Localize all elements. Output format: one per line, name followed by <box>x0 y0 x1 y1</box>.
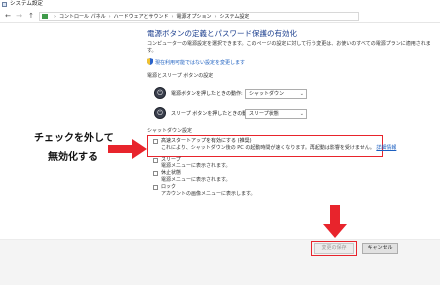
forward-arrow-icon[interactable]: → <box>15 12 23 20</box>
breadcrumb: › コントロール パネル › ハードウェアとサウンド › 電源オプション › システム設定 <box>39 12 359 21</box>
breadcrumb-item-power-options[interactable]: 電源オプション <box>177 14 212 20</box>
sleep-button-icon <box>154 107 166 119</box>
power-section-title: 電源とスリープ ボタンの設定 <box>147 73 214 79</box>
annotation-text-line2: 無効化する <box>48 152 98 163</box>
right-arrow-icon <box>108 139 147 159</box>
annotation-text-line1: チェックを外して <box>34 133 114 144</box>
shutdown-section-title: シャットダウン設定 <box>147 128 193 134</box>
chevron-down-icon: ⌄ <box>299 111 304 117</box>
sleep-checkbox[interactable] <box>153 158 158 163</box>
page-description: コンピューターの電源設定を選択できます。このページの設定に対して行う変更は、お使… <box>147 41 431 54</box>
sleep-button-action-select[interactable]: スリープ状態 ⌄ <box>245 109 307 119</box>
power-button-label: 電源ボタンを押したときの動作: <box>171 91 243 97</box>
lock-description: アカウントの画像メニューに表示します。 <box>161 191 256 197</box>
page-title: 電源ボタンの定義とパスワード保護の有効化 <box>147 29 297 38</box>
hibernate-checkbox[interactable] <box>153 171 158 176</box>
back-arrow-icon[interactable]: ← <box>4 12 12 20</box>
fast-startup-label: 高速スタートアップを有効にする (推奨) <box>161 138 252 144</box>
title-bar: システム設定 <box>0 0 440 9</box>
hibernate-label: 休止状態 <box>161 170 182 176</box>
fast-startup-description: これにより、シャットダウン後の PC の起動時間が速くなります。再起動は影響を受… <box>161 145 397 151</box>
breadcrumb-item-control-panel[interactable]: コントロール パネル <box>59 14 106 20</box>
down-arrow-icon <box>323 205 347 238</box>
window-icon <box>2 2 7 7</box>
sleep-description: 電源メニューに表示されます。 <box>161 163 231 169</box>
cancel-button[interactable]: キャンセル <box>362 243 398 254</box>
lock-checkbox[interactable] <box>153 185 158 190</box>
fast-startup-checkbox[interactable] <box>153 139 158 144</box>
sleep-button-label: スリープ ボタンを押したときの動作: <box>171 111 254 117</box>
main-content: 電源ボタンの定義とパスワード保護の有効化 コンピューターの電源設定を選択できます… <box>147 29 437 67</box>
control-panel-icon <box>42 14 48 19</box>
power-button-icon <box>154 87 166 99</box>
window-title: システム設定 <box>10 1 43 7</box>
breadcrumb-item-system-settings[interactable]: システム設定 <box>220 14 250 20</box>
chevron-down-icon: ⌄ <box>299 91 304 97</box>
save-changes-button[interactable]: 変更の保存 <box>314 243 354 254</box>
lock-label: ロック <box>161 184 177 190</box>
breadcrumb-item-hardware-sound[interactable]: ハードウェアとサウンド <box>114 14 169 20</box>
hibernate-description: 電源メニューに表示されます。 <box>161 177 231 183</box>
change-unavailable-settings-link[interactable]: 現在利用可能ではない設定を変更します <box>147 58 437 67</box>
up-arrow-icon[interactable]: ↑ <box>27 12 35 20</box>
uac-shield-icon <box>147 58 153 65</box>
address-bar: ← → ↑ › コントロール パネル › ハードウェアとサウンド › 電源オプション › シス… <box>0 10 440 23</box>
more-info-link[interactable]: 詳細情報 <box>376 145 396 151</box>
power-button-action-select[interactable]: シャットダウン ⌄ <box>245 89 307 99</box>
